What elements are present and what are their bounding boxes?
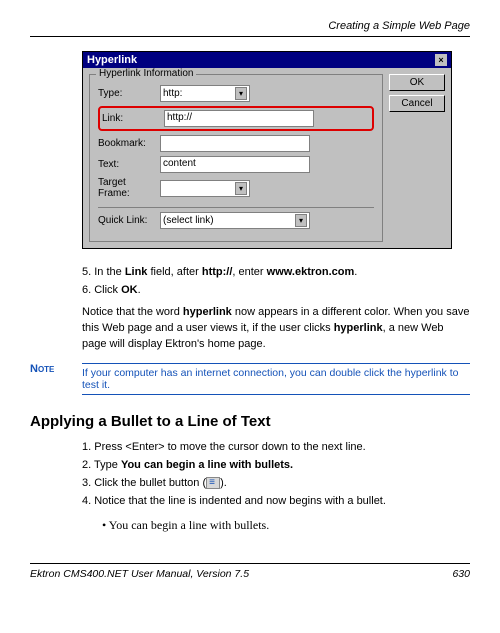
note-block: Note If your computer has an internet co… <box>30 363 470 395</box>
target-frame-select[interactable]: ▾ <box>160 180 250 197</box>
hyperlink-fieldset: Hyperlink Information Type: http: ▾ Link… <box>89 74 383 242</box>
separator <box>98 207 374 208</box>
bookmark-label: Bookmark: <box>98 138 156 149</box>
step2-1: 1. Press <Enter> to move the cursor down… <box>82 440 470 456</box>
dialog-title: Hyperlink <box>87 54 137 66</box>
step-5: 5. In the Link field, after http://, ent… <box>82 265 470 281</box>
bullet-list-icon <box>206 477 220 489</box>
fieldset-legend: Hyperlink Information <box>96 68 196 79</box>
page-footer: Ektron CMS400.NET User Manual, Version 7… <box>30 563 470 580</box>
dialog-titlebar: Hyperlink × <box>83 52 451 68</box>
section-heading: Applying a Bullet to a Line of Text <box>30 413 470 430</box>
ok-button[interactable]: OK <box>389 74 445 91</box>
cancel-button[interactable]: Cancel <box>389 95 445 112</box>
close-icon[interactable]: × <box>435 54 447 66</box>
target-frame-label: Target Frame: <box>98 177 156 199</box>
chevron-down-icon[interactable]: ▾ <box>235 87 247 100</box>
quick-link-value: (select link) <box>163 215 214 226</box>
step2-4: 4. Notice that the line is indented and … <box>82 494 470 510</box>
page-header: Creating a Simple Web Page <box>30 20 470 32</box>
step-6: 6. Click OK. <box>82 283 470 299</box>
text-input[interactable]: content <box>160 156 310 173</box>
paragraph-notice: Notice that the word hyperlink now appea… <box>82 305 470 353</box>
header-rule <box>30 36 470 37</box>
chevron-down-icon[interactable]: ▾ <box>295 214 307 227</box>
link-label: Link: <box>102 113 160 124</box>
quick-link-select[interactable]: (select link) ▾ <box>160 212 310 229</box>
quick-link-label: Quick Link: <box>98 215 156 226</box>
page-number: 630 <box>452 568 470 580</box>
link-input[interactable]: http:// <box>164 110 314 127</box>
step2-3: 3. Click the bullet button (). <box>82 476 470 492</box>
note-text: If your computer has an internet connect… <box>82 363 470 395</box>
chevron-down-icon[interactable]: ▾ <box>235 182 247 195</box>
text-label: Text: <box>98 159 156 170</box>
example-bullet-line: You can begin a line with bullets. <box>102 517 470 534</box>
type-value: http: <box>163 88 182 99</box>
bookmark-input[interactable] <box>160 135 310 152</box>
type-label: Type: <box>98 88 156 99</box>
type-select[interactable]: http: ▾ <box>160 85 250 102</box>
step2-2: 2. Type You can begin a line with bullet… <box>82 458 470 474</box>
hyperlink-dialog: Hyperlink × Hyperlink Information Type: … <box>82 51 452 249</box>
footer-left: Ektron CMS400.NET User Manual, Version 7… <box>30 568 249 580</box>
note-label: Note <box>30 363 82 395</box>
link-row-highlight: Link: http:// <box>98 106 374 131</box>
